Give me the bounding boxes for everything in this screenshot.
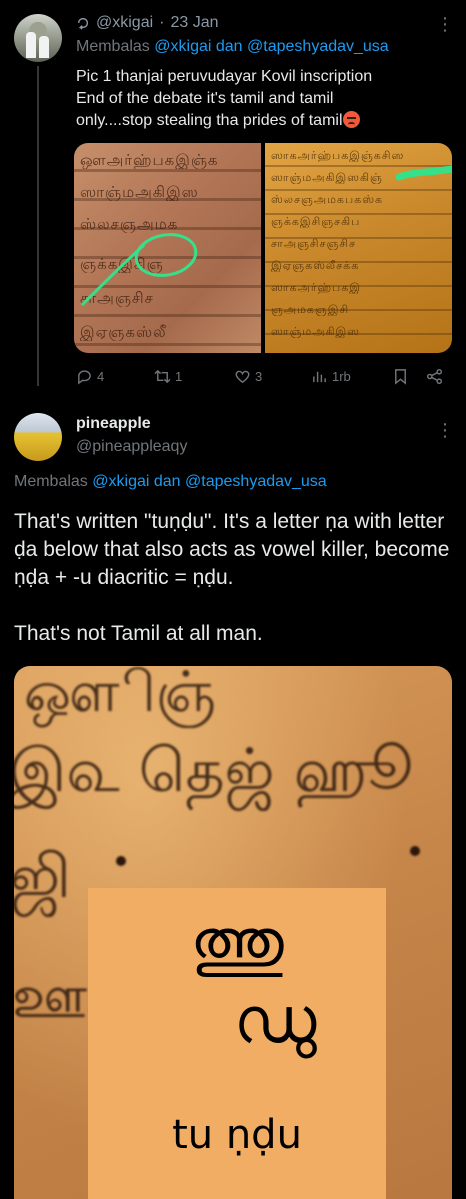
- reply-icon: [78, 370, 91, 385]
- inset-glyph: ത്തു: [190, 906, 284, 980]
- inscription-text: சாஅஞசிசஞசிச: [271, 237, 357, 250]
- tweet-paragraph: That's written "tuṇḍu". It's a letter ṇa…: [14, 510, 450, 589]
- tweet-text-line: End of the debate it's tamil and tamil: [76, 90, 334, 107]
- tweet-actions: 4 1 3 1rb: [76, 368, 446, 388]
- inscription-photo-gold[interactable]: ஸாகஅர்ஹ்பகஇஞ்கசிஸ ஸாஞ்மஅகிஇஸகிஞ் ஸ்லசஞஅம…: [265, 143, 452, 353]
- author-handle[interactable]: @xkigai: [96, 14, 153, 32]
- repost-button[interactable]: 1: [154, 368, 182, 385]
- thread-reply-icon: [77, 17, 89, 30]
- transliteration-inset: ത്തു ഡു tu ṇḍu: [88, 888, 386, 1199]
- replying-to: Membalas @xkigai dan @tapeshyadav_usa: [76, 38, 389, 56]
- replying-conjunction: dan: [153, 473, 181, 490]
- share-icon: [426, 368, 443, 385]
- inscription-text: ஸாகஅர்ஹ்பகஇ: [271, 281, 361, 294]
- replying-prefix: Membalas: [76, 38, 150, 55]
- repost-icon: [154, 369, 171, 384]
- avatar[interactable]: [14, 413, 62, 461]
- avatar[interactable]: [14, 14, 62, 62]
- replying-conjunction: dan: [215, 38, 243, 55]
- replying-prefix: Membalas: [14, 473, 88, 490]
- bookmark-button[interactable]: [392, 368, 409, 385]
- like-icon: [235, 370, 250, 384]
- tweet-text: Pic 1 thanjai peruvudayar Kovil inscript…: [76, 66, 436, 132]
- tweet-text: That's written "tuṇḍu". It's a letter ṇa…: [14, 508, 454, 676]
- bookmark-icon: [395, 369, 406, 385]
- view-count: 1rb: [332, 369, 351, 384]
- inscription-photo-stone[interactable]: ஔஅர்ஹ்பகஇஞ்க ஸாஞ்மஅகிஇஸ ஸ்லசஞஅமக ஞக்கஇசி…: [74, 143, 261, 353]
- mention-link[interactable]: @xkigai: [92, 473, 149, 490]
- views-button[interactable]: 1rb: [311, 368, 351, 385]
- tweet-1[interactable]: @xkigai · 23 Jan ⋮ Membalas @xkigai dan …: [0, 0, 466, 395]
- angry-face-emoji: [342, 111, 360, 128]
- author-handle[interactable]: @pineappleaqy: [76, 438, 187, 456]
- tweet-date[interactable]: 23 Jan: [170, 14, 218, 32]
- mention-link[interactable]: @tapeshyadav_usa: [247, 38, 389, 55]
- tweet-text-line: only....stop stealing tha prides of tami…: [76, 112, 343, 129]
- inscription-text: ஔிஞ்: [24, 666, 216, 725]
- inscription-text: ஸாஞ்மஅகிஇஸ: [271, 325, 360, 338]
- media-grid[interactable]: ஔஅர்ஹ்பகஇஞ்க ஸாஞ்மஅகிஇஸ ஸ்லசஞஅமக ஞக்கஇசி…: [74, 143, 452, 353]
- tweet-image[interactable]: ஔிஞ் இ௳ தெஜ் ஹூ ஜி ஊஅ ത്തു ഡു tu ṇḍu: [14, 666, 452, 1199]
- reply-count: 4: [97, 369, 105, 384]
- replying-to: Membalas @xkigai dan @tapeshyadav_usa: [14, 473, 327, 491]
- like-button[interactable]: 3: [234, 368, 262, 385]
- green-arrow-annotation: [395, 165, 452, 181]
- inset-glyph-subscript: ഡു: [233, 984, 317, 1058]
- repost-count: 1: [175, 369, 183, 384]
- inscription-text: ஞஅமகஞஇசி: [271, 303, 350, 316]
- ink-dot: [410, 846, 420, 856]
- author-name[interactable]: pineapple: [76, 415, 151, 433]
- separator: ·: [159, 14, 165, 31]
- green-circle-annotation: [80, 233, 198, 307]
- views-icon: [313, 371, 326, 383]
- mention-link[interactable]: @xkigai: [154, 38, 211, 55]
- share-button[interactable]: [426, 368, 443, 385]
- tweet-header: @xkigai · 23 Jan: [76, 14, 219, 32]
- more-icon[interactable]: ⋮: [436, 420, 454, 441]
- inset-label: tu ṇḍu: [172, 1112, 302, 1158]
- tweet-paragraph: That's not Tamil at all man.: [14, 622, 263, 645]
- ink-dot: [116, 856, 126, 866]
- reply-button[interactable]: 4: [76, 368, 104, 385]
- mention-link[interactable]: @tapeshyadav_usa: [185, 473, 327, 490]
- tweet-text-line: Pic 1 thanjai peruvudayar Kovil inscript…: [76, 68, 373, 85]
- more-icon[interactable]: ⋮: [436, 14, 454, 35]
- inscription-text: இ௳ தெஜ் ஹூ: [14, 736, 413, 806]
- inscription-text: ஞக்கஇசிஞசகிப: [271, 215, 361, 228]
- inscription-text: ஜி: [14, 842, 71, 912]
- like-count: 3: [255, 369, 263, 384]
- inscription-text: இஏஞகஸ்லீசக்க: [271, 259, 360, 272]
